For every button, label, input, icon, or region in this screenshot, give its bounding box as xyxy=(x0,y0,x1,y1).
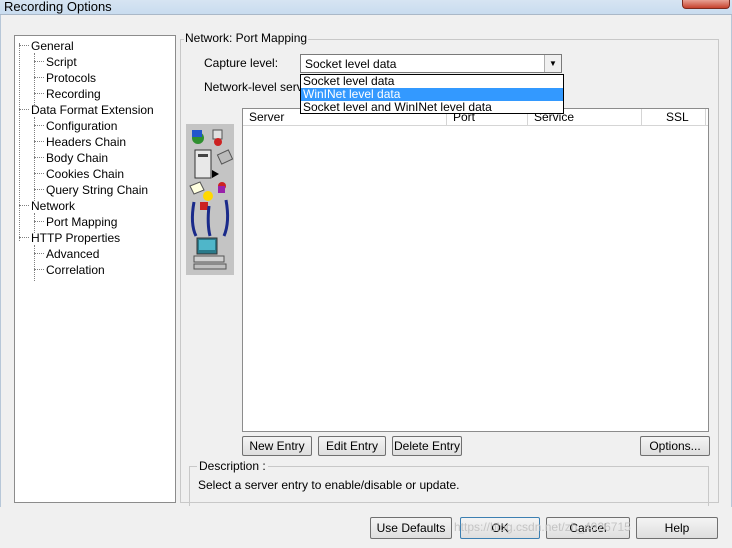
capture-level-dropdown[interactable]: Socket level data WinINet level data Soc… xyxy=(300,74,564,114)
tree-item-port-mapping[interactable]: Port Mapping xyxy=(46,215,117,229)
options-button[interactable]: Options... xyxy=(640,436,710,456)
tree-connector xyxy=(34,93,44,94)
capture-level-select[interactable]: Socket level data ▼ xyxy=(300,54,562,73)
column-header-ssl[interactable]: SSL xyxy=(642,109,706,125)
tree-connector xyxy=(34,173,44,174)
tree-item-advanced[interactable]: Advanced xyxy=(46,247,99,261)
tree-connector xyxy=(34,245,35,281)
new-entry-button[interactable]: New Entry xyxy=(242,436,312,456)
tree-connector xyxy=(19,237,29,238)
capture-level-label: Capture level: xyxy=(204,56,279,70)
tree-item-general[interactable]: General xyxy=(31,39,74,53)
tree-item-body-chain[interactable]: Body Chain xyxy=(46,151,108,165)
tree-connector xyxy=(34,141,44,142)
tree-connector xyxy=(19,43,20,241)
window-title: Recording Options xyxy=(4,0,112,14)
options-tree[interactable]: General Script Protocols Recording Data … xyxy=(14,35,176,503)
capture-level-value: Socket level data xyxy=(305,57,397,71)
option-socket-and-wininet[interactable]: Socket level and WinINet level data xyxy=(301,101,563,114)
network-illustration xyxy=(186,124,234,275)
network-level-label: Network-level server xyxy=(204,80,314,94)
network-diagram-icon xyxy=(189,129,234,270)
tree-item-recording[interactable]: Recording xyxy=(46,87,101,101)
tree-item-query-string-chain[interactable]: Query String Chain xyxy=(46,183,148,197)
description-text: Select a server entry to enable/disable … xyxy=(198,478,460,492)
tree-connector xyxy=(34,77,44,78)
use-defaults-button[interactable]: Use Defaults xyxy=(370,517,452,539)
tree-item-http-properties[interactable]: HTTP Properties xyxy=(31,231,120,245)
tree-item-headers-chain[interactable]: Headers Chain xyxy=(46,135,126,149)
tree-connector xyxy=(19,109,29,110)
description-title: Description : xyxy=(197,459,268,473)
tree-item-correlation[interactable]: Correlation xyxy=(46,263,105,277)
group-title: Network: Port Mapping xyxy=(184,31,309,45)
tree-connector xyxy=(34,213,35,233)
title-bar: Recording Options xyxy=(0,0,732,15)
server-list[interactable]: Server Port Service SSL xyxy=(242,108,709,432)
tree-item-configuration[interactable]: Configuration xyxy=(46,119,117,133)
tree-connector xyxy=(34,269,44,270)
close-button[interactable] xyxy=(682,0,730,9)
chevron-down-icon[interactable]: ▼ xyxy=(544,55,561,72)
tree-connector xyxy=(34,125,44,126)
tree-connector xyxy=(34,157,44,158)
tree-connector xyxy=(34,253,44,254)
watermark-text: https://blog.csdn.net/zh_4926715 xyxy=(454,520,631,534)
tree-connector xyxy=(34,189,44,190)
tree-item-network[interactable]: Network xyxy=(31,199,75,213)
tree-connector xyxy=(19,205,29,206)
delete-entry-button[interactable]: Delete Entry xyxy=(392,436,462,456)
help-button[interactable]: Help xyxy=(636,517,718,539)
tree-connector xyxy=(19,45,29,46)
edit-entry-button[interactable]: Edit Entry xyxy=(318,436,386,456)
tree-item-cookies-chain[interactable]: Cookies Chain xyxy=(46,167,124,181)
tree-item-script[interactable]: Script xyxy=(46,55,77,69)
tree-connector xyxy=(34,61,44,62)
tree-item-protocols[interactable]: Protocols xyxy=(46,71,96,85)
tree-connector xyxy=(34,221,44,222)
tree-item-data-format-extension[interactable]: Data Format Extension xyxy=(31,103,154,117)
